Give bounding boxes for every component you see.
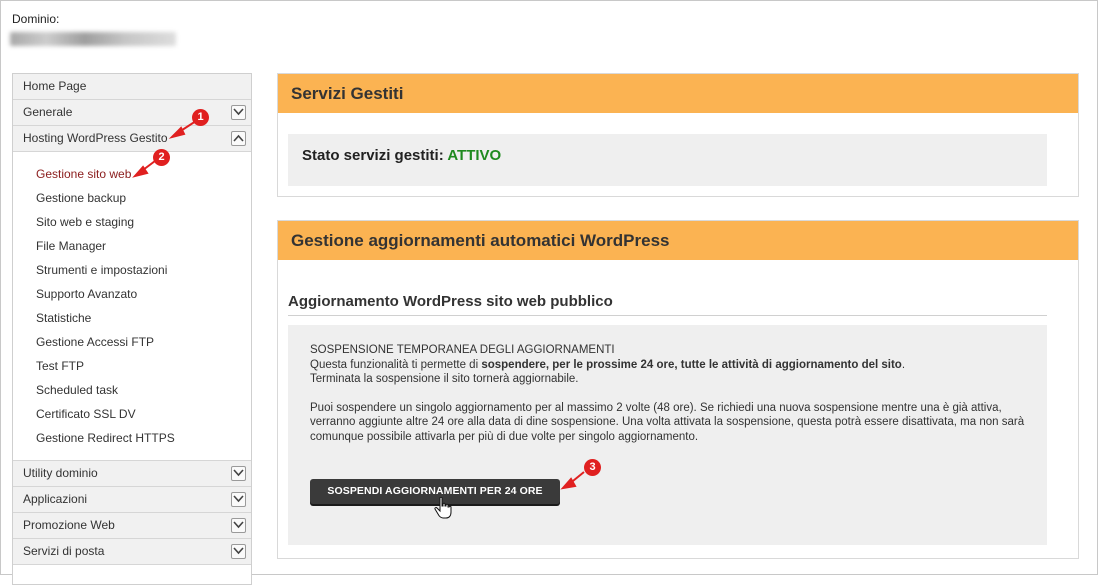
annotation-marker-3: 3 <box>584 459 601 476</box>
annotation-marker-2: 2 <box>153 149 170 166</box>
annotation-marker-1: 1 <box>192 109 209 126</box>
annotation-arrows <box>132 120 585 490</box>
